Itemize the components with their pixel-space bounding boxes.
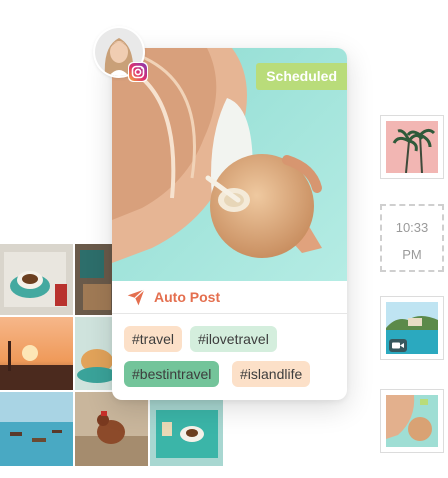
grid-photo-rooster[interactable]: [75, 392, 148, 466]
hashtag-chip[interactable]: #islandlife: [232, 361, 311, 387]
video-camera-icon: [389, 339, 407, 352]
grid-photo-sunset[interactable]: [0, 317, 73, 390]
time-slot-period: PM: [402, 247, 422, 262]
scheduled-thumb-palms[interactable]: [380, 115, 444, 179]
scheduled-thumb-coconut[interactable]: [380, 389, 444, 453]
hashtag-chip[interactable]: #ilovetravel: [190, 326, 277, 352]
post-card[interactable]: Scheduled Auto Post #travel #ilovetravel…: [112, 48, 347, 400]
time-slot-placeholder[interactable]: 10:33 PM: [380, 204, 444, 272]
paper-plane-icon: [127, 289, 145, 306]
grid-photo-market[interactable]: [75, 244, 113, 315]
grid-photo-coffee-teal[interactable]: [150, 392, 223, 466]
hashtag-chip[interactable]: #travel: [124, 326, 183, 352]
auto-post-row[interactable]: Auto Post: [112, 281, 347, 314]
time-slot-hour: 10:33: [395, 220, 429, 235]
scheduled-thumb-video[interactable]: [380, 296, 444, 360]
grid-photo-boats[interactable]: [0, 392, 73, 466]
hashtag-chip[interactable]: #bestintravel: [124, 361, 220, 387]
post-photo: Scheduled: [112, 48, 347, 281]
grid-photo-breakfast[interactable]: [75, 317, 113, 390]
grid-photo-coffee-tray[interactable]: [0, 244, 73, 315]
scheduled-badge: Scheduled: [256, 63, 347, 90]
instagram-icon: [128, 62, 148, 82]
post-type-label: Auto Post: [154, 289, 221, 305]
